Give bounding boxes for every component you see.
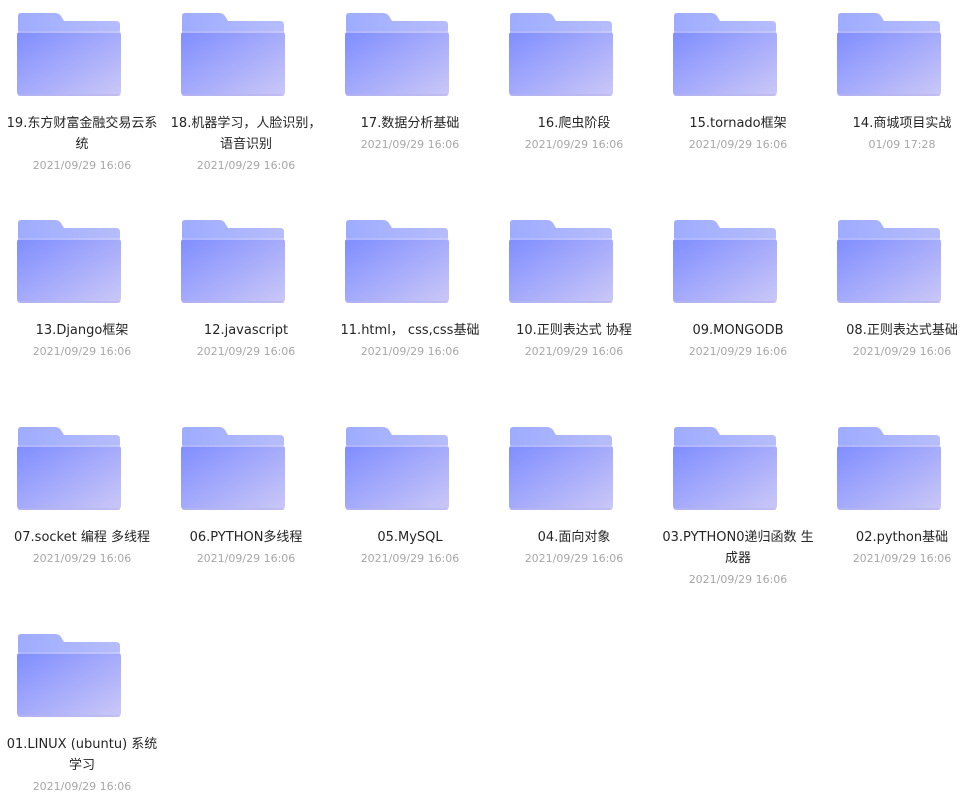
folder-name: 04.面向对象	[537, 530, 611, 545]
folder-name: 07.socket 编程 多线程	[14, 530, 150, 545]
folder-icon	[673, 13, 777, 97]
folder-date: 2021/09/29 16:06	[688, 345, 788, 358]
folder-name: 13.Django框架	[35, 323, 129, 338]
folder-name: 16.爬虫阶段	[537, 116, 611, 131]
folder-icon	[837, 220, 941, 304]
folder-date: 2021/09/29 16:06	[852, 345, 952, 358]
folder-icon	[509, 13, 613, 97]
folder-icon	[345, 427, 449, 511]
folder-name: 14.商城项目实战	[852, 116, 952, 131]
folder-date: 2021/09/29 16:06	[32, 345, 132, 358]
folder-name: 08.正则表达式基础	[846, 323, 958, 338]
folder-name: 05.MySQL	[377, 530, 443, 545]
folder-name: 02.python基础	[855, 530, 949, 545]
folder-icon	[673, 427, 777, 511]
folder-icon	[837, 13, 941, 97]
folder-icon	[345, 13, 449, 97]
folder-name: 19.东方财富金融交易云系统	[6, 116, 158, 152]
folder-date: 01/09 17:28	[868, 138, 936, 151]
folder-date: 2021/09/29 16:06	[852, 552, 952, 565]
folder-name: 18.机器学习，人脸识别，语音识别	[170, 116, 322, 152]
folder-date: 2021/09/29 16:06	[196, 552, 296, 565]
folder-name: 15.tornado框架	[689, 116, 787, 131]
folder-date: 2021/09/29 16:06	[32, 159, 132, 172]
folder-date: 2021/09/29 16:06	[688, 573, 788, 586]
folder-date: 2021/09/29 16:06	[524, 345, 624, 358]
folder-date: 2021/09/29 16:06	[32, 780, 132, 793]
folder-icon	[17, 220, 121, 304]
folder-name: 01.LINUX (ubuntu) 系统学习	[6, 737, 158, 773]
folder-name: 06.PYTHON多线程	[189, 530, 303, 545]
folder-icon	[345, 220, 449, 304]
folder-name: 12.javascript	[203, 323, 289, 338]
folder-date: 2021/09/29 16:06	[360, 345, 460, 358]
folder-date: 2021/09/29 16:06	[196, 159, 296, 172]
folder-name: 11.html， css,css基础	[340, 323, 480, 338]
folder-date: 2021/09/29 16:06	[196, 345, 296, 358]
folder-date: 2021/09/29 16:06	[360, 138, 460, 151]
folder-name: 09.MONGODB	[692, 323, 784, 338]
folder-name: 10.正则表达式 协程	[516, 323, 632, 338]
folder-icon	[181, 427, 285, 511]
folder-date: 2021/09/29 16:06	[688, 138, 788, 151]
folder-icon	[181, 13, 285, 97]
folder-icon	[673, 220, 777, 304]
folder-name: 17.数据分析基础	[360, 116, 460, 131]
folder-icon	[837, 427, 941, 511]
folder-name: 03.PYTHON0递归函数 生成器	[662, 530, 814, 566]
folder-icon	[181, 220, 285, 304]
folder-icon	[509, 427, 613, 511]
folder-date: 2021/09/29 16:06	[524, 552, 624, 565]
folder-icon	[17, 13, 121, 97]
folder-icon	[509, 220, 613, 304]
folder-date: 2021/09/29 16:06	[32, 552, 132, 565]
folder-icon	[17, 427, 121, 511]
folder-date: 2021/09/29 16:06	[524, 138, 624, 151]
folder-date: 2021/09/29 16:06	[360, 552, 460, 565]
folder-icon	[17, 634, 121, 718]
file-grid: 19.东方财富金融交易云系统 2021/09/29 16:06 18.机器学习，…	[0, 0, 960, 801]
